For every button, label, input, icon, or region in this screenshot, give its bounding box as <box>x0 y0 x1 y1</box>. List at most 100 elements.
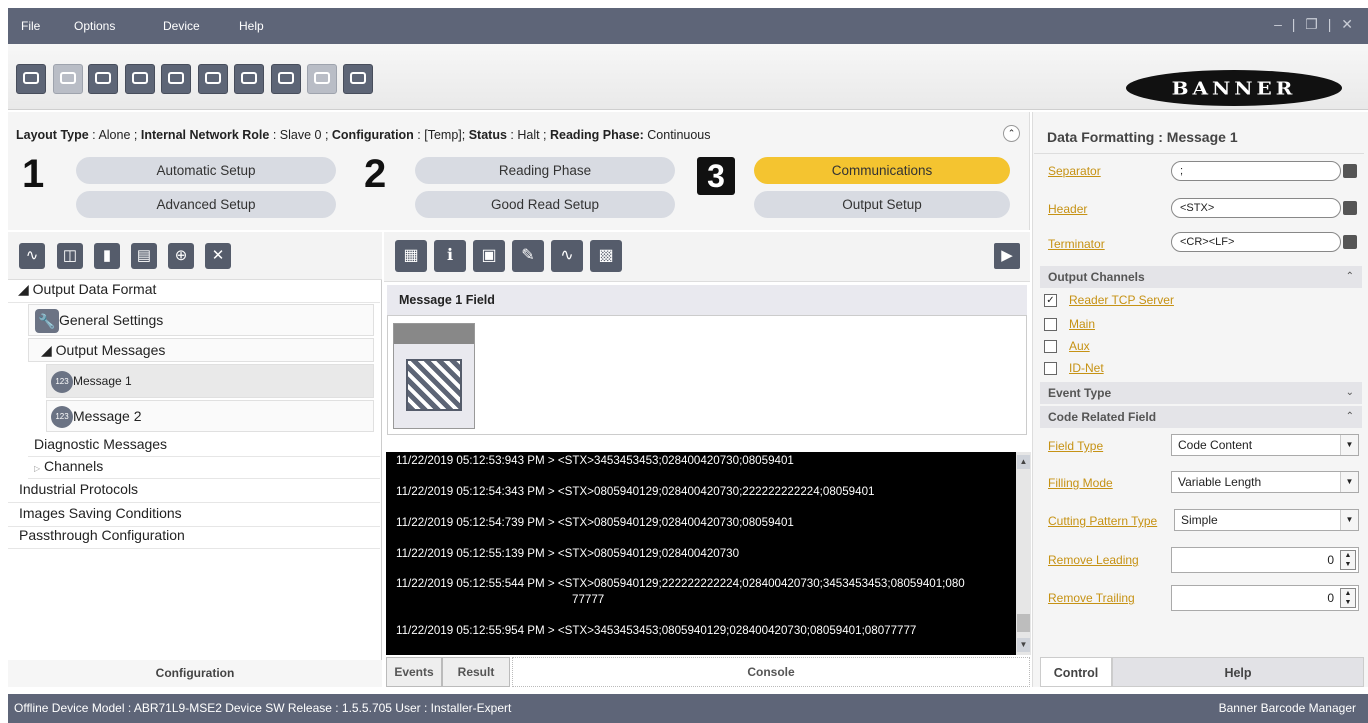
tree-message-1[interactable]: 123 Message 1 <box>46 364 374 398</box>
advanced-setup-button[interactable]: Advanced Setup <box>76 191 336 218</box>
datamatrix-icon[interactable]: ▩ <box>590 240 622 272</box>
communications-button[interactable]: Communications <box>754 157 1010 184</box>
filling-mode-select[interactable]: Variable Length ▼ <box>1171 471 1359 493</box>
network-icon[interactable] <box>343 64 373 94</box>
tree-passthrough[interactable]: Passthrough Configuration <box>8 527 380 549</box>
tree-general-settings[interactable]: 🔧 General Settings <box>28 304 374 336</box>
camera-output-icon[interactable]: ◫ <box>57 243 83 269</box>
reader-tcp-label[interactable]: Reader TCP Server <box>1069 293 1174 307</box>
close-icon[interactable]: ✕ <box>205 243 231 269</box>
reader-tcp-checkbox[interactable]: ✓ <box>1044 294 1057 307</box>
upload-icon[interactable] <box>234 64 264 94</box>
code-field-item[interactable] <box>393 323 475 429</box>
menu-file[interactable]: File <box>21 19 40 33</box>
console-line: 77777 <box>572 593 605 606</box>
send-icon[interactable] <box>161 64 191 94</box>
tree-label: Output Messages <box>55 342 166 358</box>
separator-field[interactable]: ; <box>1171 161 1341 181</box>
tree-images-saving[interactable]: Images Saving Conditions <box>8 505 380 527</box>
output-setup-button[interactable]: Output Setup <box>754 191 1010 218</box>
reading-phase-button[interactable]: Reading Phase <box>415 157 675 184</box>
tab-console[interactable]: Console <box>512 657 1030 687</box>
window-icon[interactable] <box>125 64 155 94</box>
tree-output-messages[interactable]: ◢ Output Messages <box>28 338 374 362</box>
message-icon: 123 <box>51 406 73 429</box>
play-icon[interactable]: ▶ <box>994 243 1020 269</box>
good-read-setup-button[interactable]: Good Read Setup <box>415 191 675 218</box>
collapse-icon[interactable]: ⌃ <box>1003 125 1020 142</box>
inspect-icon[interactable] <box>53 64 83 94</box>
tree-label: Images Saving Conditions <box>19 505 182 521</box>
console-output[interactable]: 11/22/2019 05:12:53:943 PM > <STX>345345… <box>386 452 1016 655</box>
device-info-line: Layout Type : Alone ; Internal Network R… <box>16 128 711 142</box>
aux-label[interactable]: Aux <box>1069 339 1090 353</box>
device-icon[interactable] <box>16 64 46 94</box>
tab-help[interactable]: Help <box>1112 657 1364 687</box>
tree-output-data-format[interactable]: ◢ Output Data Format <box>8 281 380 303</box>
automatic-setup-button[interactable]: Automatic Setup <box>76 157 336 184</box>
plug-icon[interactable]: ▮ <box>94 243 120 269</box>
tree-label: Passthrough Configuration <box>19 527 185 543</box>
menu-help[interactable]: Help <box>239 19 264 33</box>
output-channels-section[interactable]: Output Channels ⌃ <box>1040 266 1362 288</box>
field-type-select[interactable]: Code Content ▼ <box>1171 434 1359 456</box>
remove-trailing-spinner[interactable]: 0 ▲ ▼ <box>1171 585 1359 611</box>
scroll-down-icon[interactable]: ▼ <box>1017 638 1030 652</box>
banner-logo: BANNER <box>1126 70 1342 106</box>
info-icon[interactable]: ℹ <box>434 240 466 272</box>
header-field[interactable]: <STX> <box>1171 198 1341 218</box>
edit-list-icon[interactable] <box>1343 201 1357 215</box>
tree-channels[interactable]: ▷ Channels <box>28 458 380 479</box>
image-field-icon[interactable]: ▣ <box>473 240 505 272</box>
spinner-arrows-icon[interactable]: ▲ ▼ <box>1340 550 1356 570</box>
pencil-icon[interactable]: ✎ <box>512 240 544 272</box>
idnet-checkbox[interactable] <box>1044 362 1057 375</box>
filling-mode-label[interactable]: Filling Mode <box>1048 476 1113 490</box>
tree-message-2[interactable]: 123 Message 2 <box>46 400 374 432</box>
tab-result[interactable]: Result <box>442 657 510 687</box>
cutting-pattern-label[interactable]: Cutting Pattern Type <box>1048 514 1157 528</box>
edit-list-icon[interactable] <box>1343 164 1357 178</box>
main-label[interactable]: Main <box>1069 317 1095 331</box>
barcode-field-icon[interactable]: ▦ <box>395 240 427 272</box>
export-icon[interactable] <box>307 64 337 94</box>
menu-options[interactable]: Options <box>74 19 115 33</box>
save-device-icon[interactable] <box>198 64 228 94</box>
field-type-label[interactable]: Field Type <box>1048 439 1103 453</box>
code-related-field-section[interactable]: Code Related Field ⌃ <box>1040 406 1362 428</box>
cutting-pattern-select[interactable]: Simple ▼ <box>1174 509 1359 531</box>
message-field-header: Message 1 Field <box>387 285 1027 315</box>
remove-trailing-label[interactable]: Remove Trailing <box>1048 591 1135 605</box>
remove-leading-spinner[interactable]: 0 ▲ ▼ <box>1171 547 1359 573</box>
terminator-label[interactable]: Terminator <box>1048 237 1105 251</box>
configuration-footer: Configuration <box>8 660 382 687</box>
separator-label[interactable]: Separator <box>1048 164 1101 178</box>
ethernet-ip-icon[interactable]: ▤ <box>131 243 157 269</box>
terminator-field[interactable]: <CR><LF> <box>1171 232 1341 252</box>
tab-events[interactable]: Events <box>386 657 442 687</box>
spinner-arrows-icon[interactable]: ▲ ▼ <box>1340 588 1356 608</box>
select-value: Simple <box>1181 513 1218 527</box>
pulse-icon[interactable]: ∿ <box>19 243 45 269</box>
tab-control[interactable]: Control <box>1040 657 1112 687</box>
user-settings-icon[interactable] <box>88 64 118 94</box>
main-checkbox[interactable] <box>1044 318 1057 331</box>
header-label[interactable]: Header <box>1048 202 1087 216</box>
tree-industrial-protocols[interactable]: Industrial Protocols <box>8 481 380 503</box>
menu-device[interactable]: Device <box>163 19 200 33</box>
scroll-thumb[interactable] <box>1017 614 1030 632</box>
remove-leading-label[interactable]: Remove Leading <box>1048 553 1139 567</box>
download-icon[interactable] <box>271 64 301 94</box>
add-circle-icon[interactable]: ⊕ <box>168 243 194 269</box>
aux-checkbox[interactable] <box>1044 340 1057 353</box>
tree-diagnostic-messages[interactable]: Diagnostic Messages <box>28 436 380 457</box>
pulse-icon[interactable]: ∿ <box>551 240 583 272</box>
configuration-value: [Temp] <box>424 128 462 142</box>
edit-list-icon[interactable] <box>1343 235 1357 249</box>
idnet-label[interactable]: ID-Net <box>1069 361 1104 375</box>
event-type-section[interactable]: Event Type ⌄ <box>1040 382 1362 404</box>
tree-label: Channels <box>44 458 104 474</box>
scroll-up-icon[interactable]: ▲ <box>1017 455 1030 469</box>
console-scrollbar[interactable]: ▲ ▼ <box>1016 452 1031 655</box>
window-controls[interactable]: – | ❐ | ✕ <box>1274 16 1356 33</box>
